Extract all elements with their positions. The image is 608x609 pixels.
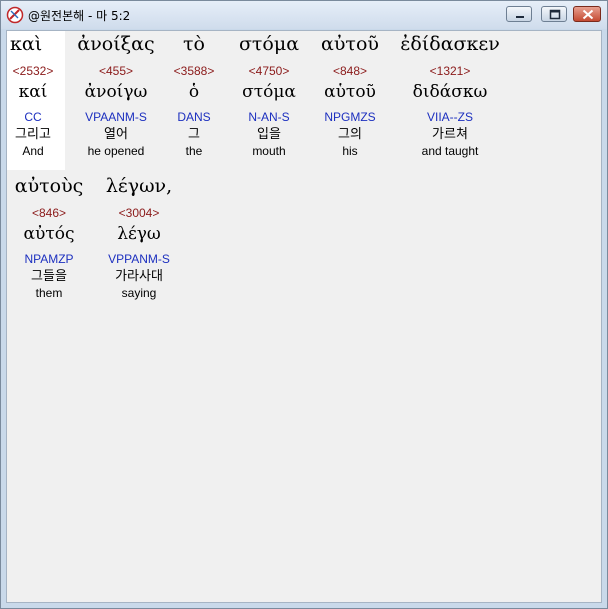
greek-surface: ἀνοίξας [77, 33, 155, 55]
english-gloss: saying [121, 286, 157, 300]
korean-gloss: 가르쳐 [432, 127, 468, 142]
korean-gloss: 열어 [104, 127, 128, 142]
greek-lemma: καί [18, 82, 48, 102]
title-bar[interactable]: @원전본해 - 마 5:2 [1, 1, 607, 29]
english-gloss: and taught [421, 144, 479, 158]
morph-code: VPAANM-S [85, 110, 147, 124]
greek-surface: λέγων, [105, 175, 173, 197]
korean-gloss: 그의 [338, 127, 362, 142]
interlinear-word[interactable]: αὐτοὺς <846> αὐτός NPAMZP 그들을 them [8, 174, 90, 301]
morph-code: VPPANM-S [108, 252, 170, 266]
english-gloss: he opened [87, 144, 145, 158]
morph-code: N-AN-S [248, 110, 290, 124]
morph-code: VIIA--ZS [426, 110, 473, 124]
english-gloss: the [185, 144, 203, 158]
window-title: @원전본해 - 마 5:2 [28, 9, 131, 23]
korean-gloss: 입을 [257, 127, 281, 142]
strong-number[interactable]: <3588> [169, 63, 219, 79]
greek-lemma: αὑτοῦ [324, 82, 376, 102]
korean-gloss: 가라사대 [115, 269, 163, 284]
interlinear-word[interactable]: ἐδίδασκεν <1321> διδάσκω VIIA--ZS 가르쳐 an… [393, 32, 507, 159]
english-gloss: mouth [252, 144, 286, 158]
close-button[interactable] [573, 6, 601, 22]
strong-number[interactable]: <455> [71, 63, 161, 79]
app-window: @원전본해 - 마 5:2 καὶ <2532> καί CC 그리고 And … [0, 0, 608, 609]
minimize-icon [516, 16, 524, 18]
greek-surface: τὸ [183, 33, 205, 55]
strong-number[interactable]: <3004> [99, 205, 179, 221]
strong-number[interactable]: <848> [313, 63, 387, 79]
interlinear-view[interactable]: καὶ <2532> καί CC 그리고 And ἀνοίξας <455> … [6, 30, 602, 603]
interlinear-word[interactable]: στόμα <4750> στόμα N-AN-S 입을 mouth [231, 32, 307, 159]
greek-surface: καὶ [10, 33, 43, 55]
minimize-button[interactable] [506, 6, 532, 22]
english-gloss: And [22, 144, 44, 158]
greek-surface: αὐτοὺς [14, 175, 84, 197]
close-icon [582, 9, 594, 20]
greek-lemma: ἀνοίγω [84, 82, 148, 102]
interlinear-word[interactable]: λέγων, <3004> λέγω VPPANM-S 가라사대 saying [99, 174, 179, 301]
greek-lemma: στόμα [242, 82, 296, 102]
interlinear-word[interactable]: καὶ <2532> καί CC 그리고 And [8, 32, 58, 159]
strong-number[interactable]: <4750> [231, 63, 307, 79]
korean-gloss: 그들을 [31, 269, 67, 284]
english-gloss: his [342, 144, 358, 158]
app-logo-icon [6, 6, 24, 24]
maximize-button[interactable] [541, 6, 567, 22]
greek-lemma: λέγω [117, 224, 161, 244]
strong-number[interactable]: <846> [8, 205, 90, 221]
greek-lemma: ὁ [188, 82, 200, 102]
strong-number[interactable]: <1321> [393, 63, 507, 79]
korean-gloss: 그리고 [15, 127, 51, 142]
morph-code: NPGMZS [324, 110, 376, 124]
interlinear-word[interactable]: τὸ <3588> ὁ DANS 그 the [169, 32, 219, 159]
strong-number[interactable]: <2532> [8, 63, 58, 79]
morph-code: NPAMZP [24, 252, 74, 266]
greek-lemma: διδάσκω [412, 82, 488, 102]
greek-lemma: αὐτός [23, 224, 75, 244]
morph-code: CC [24, 110, 42, 124]
english-gloss: them [35, 286, 63, 300]
interlinear-word[interactable]: ἀνοίξας <455> ἀνοίγω VPAANM-S 열어 he open… [71, 32, 161, 159]
korean-gloss: 그 [188, 127, 200, 142]
greek-surface: στόμα [238, 33, 300, 55]
interlinear-word[interactable]: αὐτοῦ <848> αὑτοῦ NPGMZS 그의 his [313, 32, 387, 159]
greek-surface: ἐδίδασκεν [400, 33, 500, 55]
greek-surface: αὐτοῦ [321, 33, 379, 55]
morph-code: DANS [177, 110, 211, 124]
maximize-icon [549, 9, 561, 20]
